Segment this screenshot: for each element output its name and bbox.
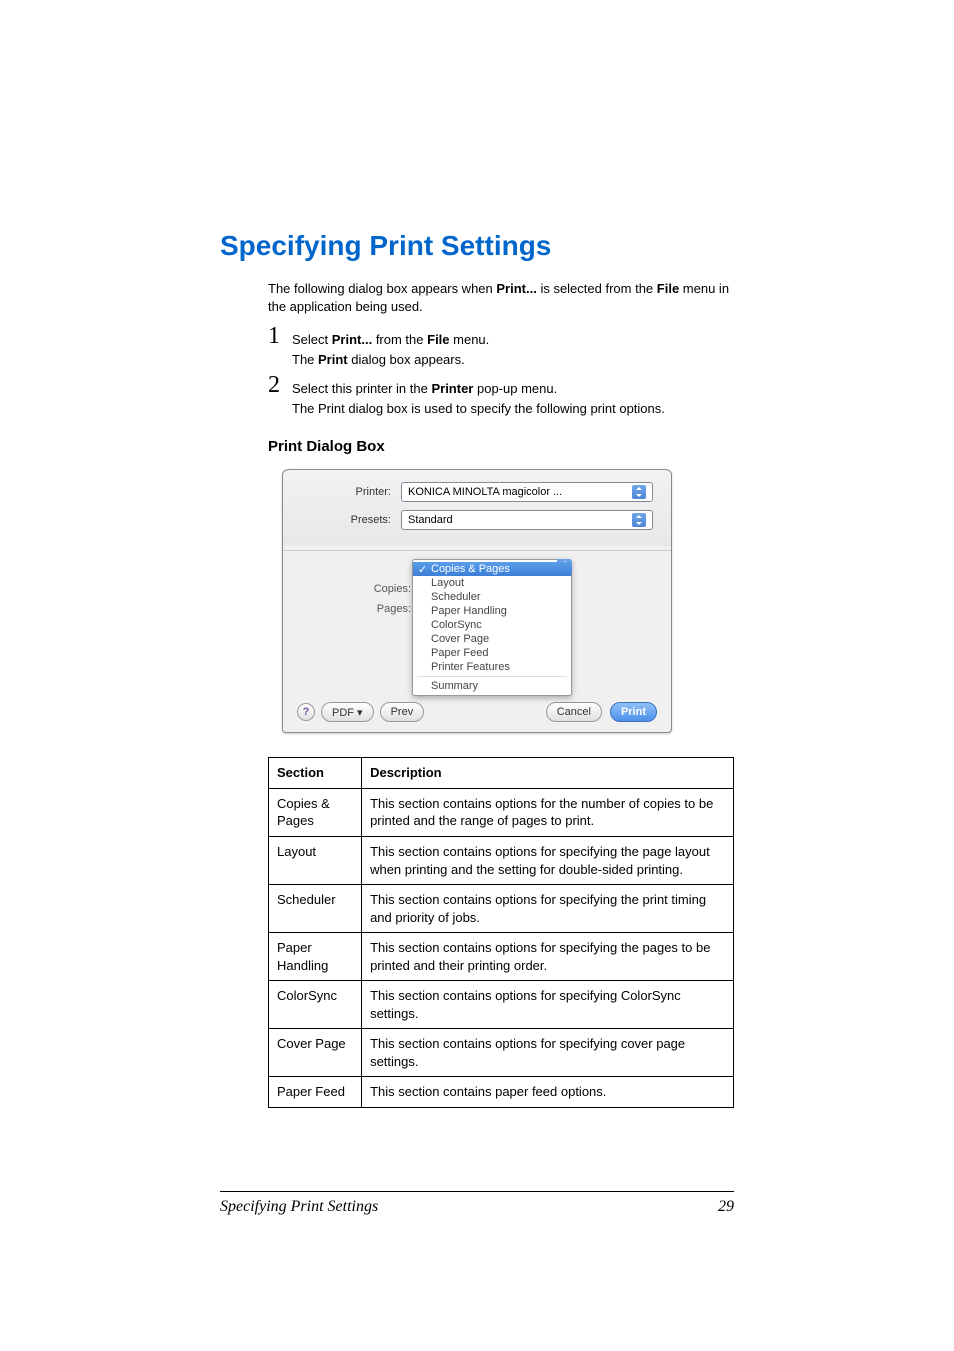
intro-bold-2: File [657, 281, 679, 296]
intro-text: The following dialog box appears when Pr… [268, 280, 734, 316]
menu-paper-feed[interactable]: Paper Feed [413, 646, 571, 660]
cell-description: This section contains options for the nu… [362, 788, 734, 836]
intro-pre: The following dialog box appears when [268, 281, 496, 296]
page-heading: Specifying Print Settings [220, 230, 734, 262]
menu-layout[interactable]: Layout [413, 576, 571, 590]
table-row: Scheduler This section contains options … [269, 885, 734, 933]
cell-section: Cover Page [269, 1029, 362, 1077]
divider [283, 550, 671, 551]
cancel-button[interactable]: Cancel [546, 702, 602, 722]
step2-sub: The Print dialog box is used to specify … [292, 401, 665, 416]
step-1-text: Select Print... from the File menu. The … [292, 324, 489, 369]
step1-b: Print... [332, 332, 372, 347]
presets-label: Presets: [301, 514, 401, 526]
menu-summary[interactable]: Summary [413, 679, 571, 693]
cell-section: Layout [269, 837, 362, 885]
presets-value: Standard [408, 514, 453, 526]
menu-copies-pages[interactable]: Copies & Pages [413, 562, 571, 576]
table-row: Paper Feed This section contains paper f… [269, 1077, 734, 1108]
menu-separator [417, 676, 567, 677]
step-1: 1 Select Print... from the File menu. Th… [268, 324, 734, 369]
cell-section: Scheduler [269, 885, 362, 933]
print-dialog-subheading: Print Dialog Box [268, 438, 734, 455]
chevron-updown-icon [632, 513, 646, 527]
copies-label: Copies: [301, 583, 411, 595]
table-row: Layout This section contains options for… [269, 837, 734, 885]
page-number: 29 [718, 1198, 734, 1216]
cell-section: ColorSync [269, 981, 362, 1029]
cell-section: Paper Feed [269, 1077, 362, 1108]
th-description: Description [362, 758, 734, 789]
cell-description: This section contains paper feed options… [362, 1077, 734, 1108]
step-2: 2 Select this printer in the Printer pop… [268, 373, 734, 418]
pages-label: Pages: [301, 603, 411, 615]
step1-d: File [427, 332, 449, 347]
step1-sub-b: Print [318, 352, 348, 367]
th-section: Section [269, 758, 362, 789]
step1-sub-a: The [292, 352, 318, 367]
printer-select[interactable]: KONICA MINOLTA magicolor ... [401, 482, 653, 502]
chevron-updown-icon [632, 485, 646, 499]
cell-section: Copies & Pages [269, 788, 362, 836]
intro-bold-1: Print... [496, 281, 536, 296]
cell-description: This section contains options for specif… [362, 981, 734, 1029]
table-row: Paper Handling This section contains opt… [269, 933, 734, 981]
step1-sub-c: dialog box appears. [348, 352, 465, 367]
table-row: Cover Page This section contains options… [269, 1029, 734, 1077]
menu-paper-handling[interactable]: Paper Handling [413, 604, 571, 618]
cell-description: This section contains options for specif… [362, 837, 734, 885]
menu-colorsync[interactable]: ColorSync [413, 618, 571, 632]
page-footer: Specifying Print Settings 29 [220, 1191, 734, 1216]
footer-title: Specifying Print Settings [220, 1198, 378, 1216]
step1-a: Select [292, 332, 332, 347]
step-1-number: 1 [268, 324, 292, 348]
step1-c: from the [372, 332, 427, 347]
step2-c: pop-up menu. [473, 381, 557, 396]
intro-mid: is selected from the [537, 281, 657, 296]
printer-label: Printer: [301, 486, 401, 498]
help-button[interactable]: ? [297, 703, 315, 721]
preview-button[interactable]: Prev [380, 702, 425, 722]
step2-a: Select this printer in the [292, 381, 431, 396]
step1-e: menu. [450, 332, 490, 347]
cell-section: Paper Handling [269, 933, 362, 981]
cell-description: This section contains options for specif… [362, 885, 734, 933]
table-row: ColorSync This section contains options … [269, 981, 734, 1029]
presets-select[interactable]: Standard [401, 510, 653, 530]
menu-scheduler[interactable]: Scheduler [413, 590, 571, 604]
menu-printer-features[interactable]: Printer Features [413, 660, 571, 674]
cell-description: This section contains options for specif… [362, 933, 734, 981]
printer-value: KONICA MINOLTA magicolor ... [408, 486, 562, 498]
step-2-number: 2 [268, 373, 292, 397]
step-2-text: Select this printer in the Printer pop-u… [292, 373, 665, 418]
print-button[interactable]: Print [610, 702, 657, 722]
step2-b: Printer [431, 381, 473, 396]
print-dialog: Printer: KONICA MINOLTA magicolor ... Pr… [282, 469, 672, 733]
menu-cover-page[interactable]: Cover Page [413, 632, 571, 646]
description-table: Section Description Copies & Pages This … [268, 757, 734, 1108]
cell-description: This section contains options for specif… [362, 1029, 734, 1077]
section-dropdown[interactable]: Copies & Pages Layout Scheduler Paper Ha… [412, 559, 572, 696]
pdf-button[interactable]: PDF ▾ [321, 702, 374, 722]
table-row: Copies & Pages This section contains opt… [269, 788, 734, 836]
